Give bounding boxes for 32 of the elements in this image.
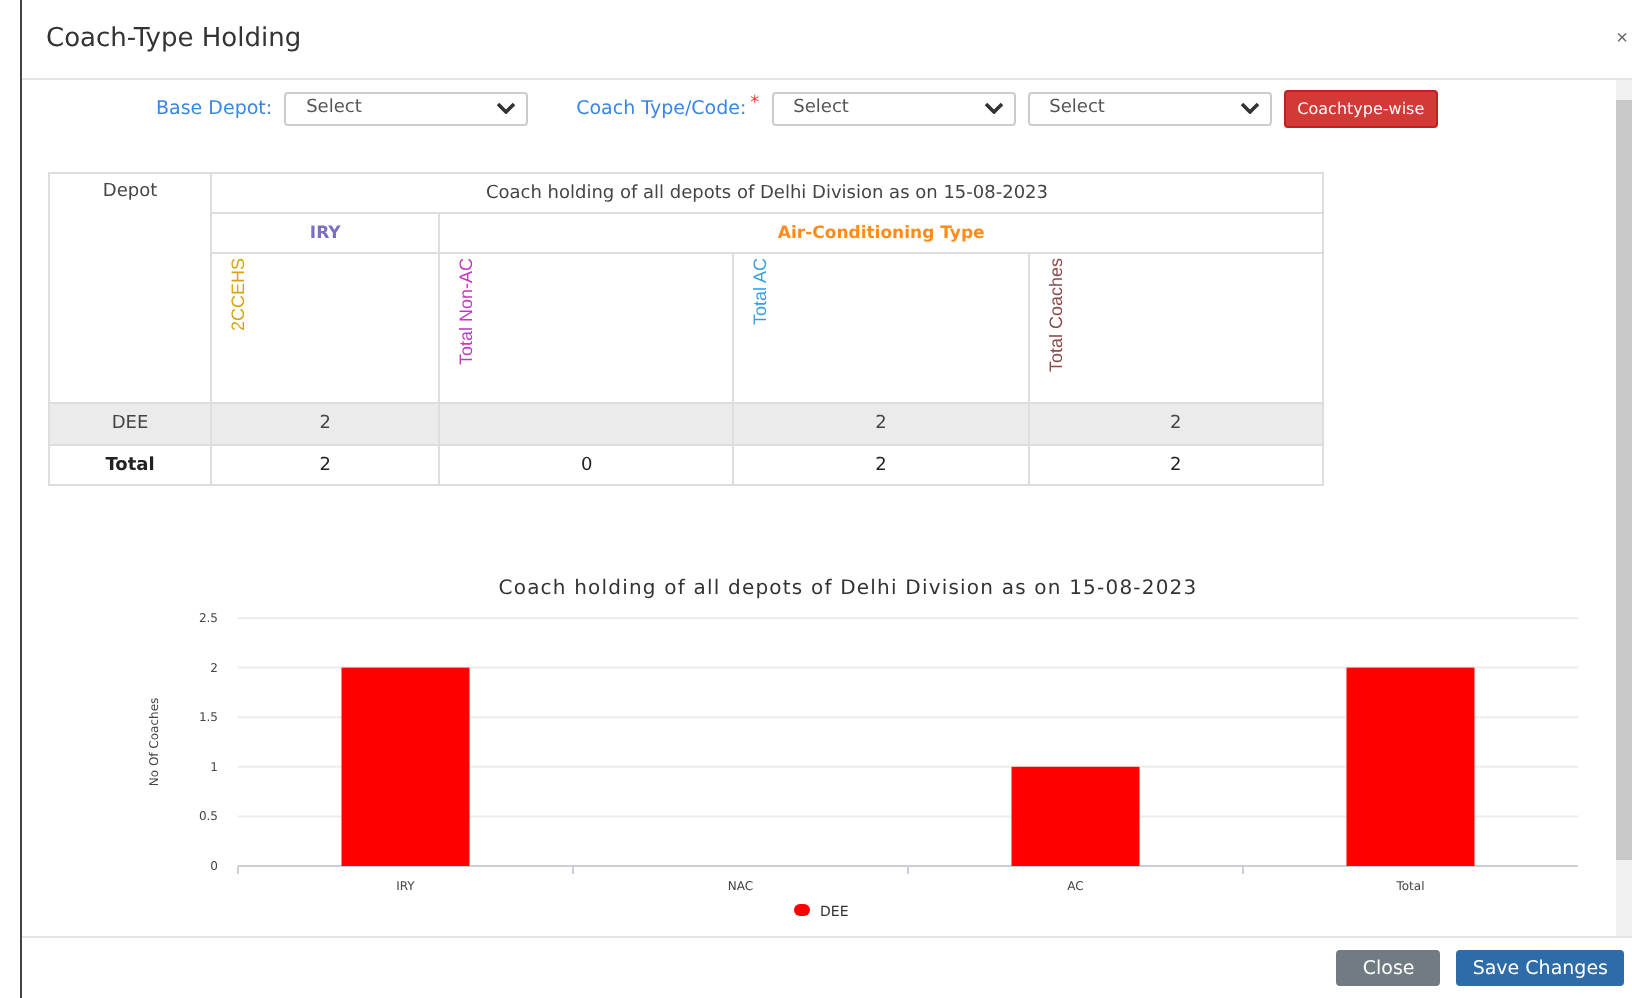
table-header: Depot bbox=[49, 173, 211, 403]
required-mark: * bbox=[750, 94, 760, 114]
table-cell: 2 bbox=[211, 403, 440, 445]
coach-type-select[interactable]: Select bbox=[771, 91, 1016, 125]
group-header: IRY bbox=[211, 213, 440, 253]
chart-title: Coach holding of all depots of Delhi Division as on 15-08-2023 bbox=[498, 578, 1198, 600]
table-cell: 2 bbox=[733, 445, 1029, 485]
table-cell: 2 bbox=[733, 403, 1029, 445]
group-header: Air-Conditioning Type bbox=[439, 213, 1323, 253]
depot-cell: Total bbox=[49, 445, 211, 485]
column-label: 2CCEHS bbox=[228, 258, 248, 332]
coach-type-label: Coach Type/Code: bbox=[576, 97, 747, 119]
base-depot-label: Base Depot: bbox=[156, 97, 273, 119]
footer-button[interactable]: Save Changes bbox=[1456, 950, 1624, 986]
column-label: Total AC bbox=[750, 258, 771, 326]
depot-cell: DEE bbox=[49, 403, 211, 445]
table-title: Coach holding of all depots of Delhi Division as on 15-08-2023 bbox=[211, 173, 1323, 213]
table-cell: 2 bbox=[211, 445, 440, 485]
table-cell: 0 bbox=[439, 445, 734, 485]
footer-button[interactable]: Close bbox=[1336, 950, 1441, 986]
base-depot-select[interactable]: Select bbox=[284, 91, 529, 125]
table-cell: 2 bbox=[1028, 403, 1323, 445]
chevron-icon bbox=[983, 102, 1004, 114]
chevron-icon bbox=[496, 102, 517, 114]
coachtype-wise-button[interactable]: Coachtype-wise bbox=[1283, 89, 1439, 127]
chevron-icon bbox=[1239, 102, 1260, 114]
column-label: Total Non-AC bbox=[456, 258, 477, 366]
dialog-title: Coach-Type Holding bbox=[46, 24, 302, 54]
coach-code-select[interactable]: Select bbox=[1027, 91, 1272, 125]
column-label: Total Coaches bbox=[1045, 258, 1066, 373]
scrollbar[interactable] bbox=[1616, 80, 1632, 936]
table-cell: 2 bbox=[1028, 445, 1323, 485]
